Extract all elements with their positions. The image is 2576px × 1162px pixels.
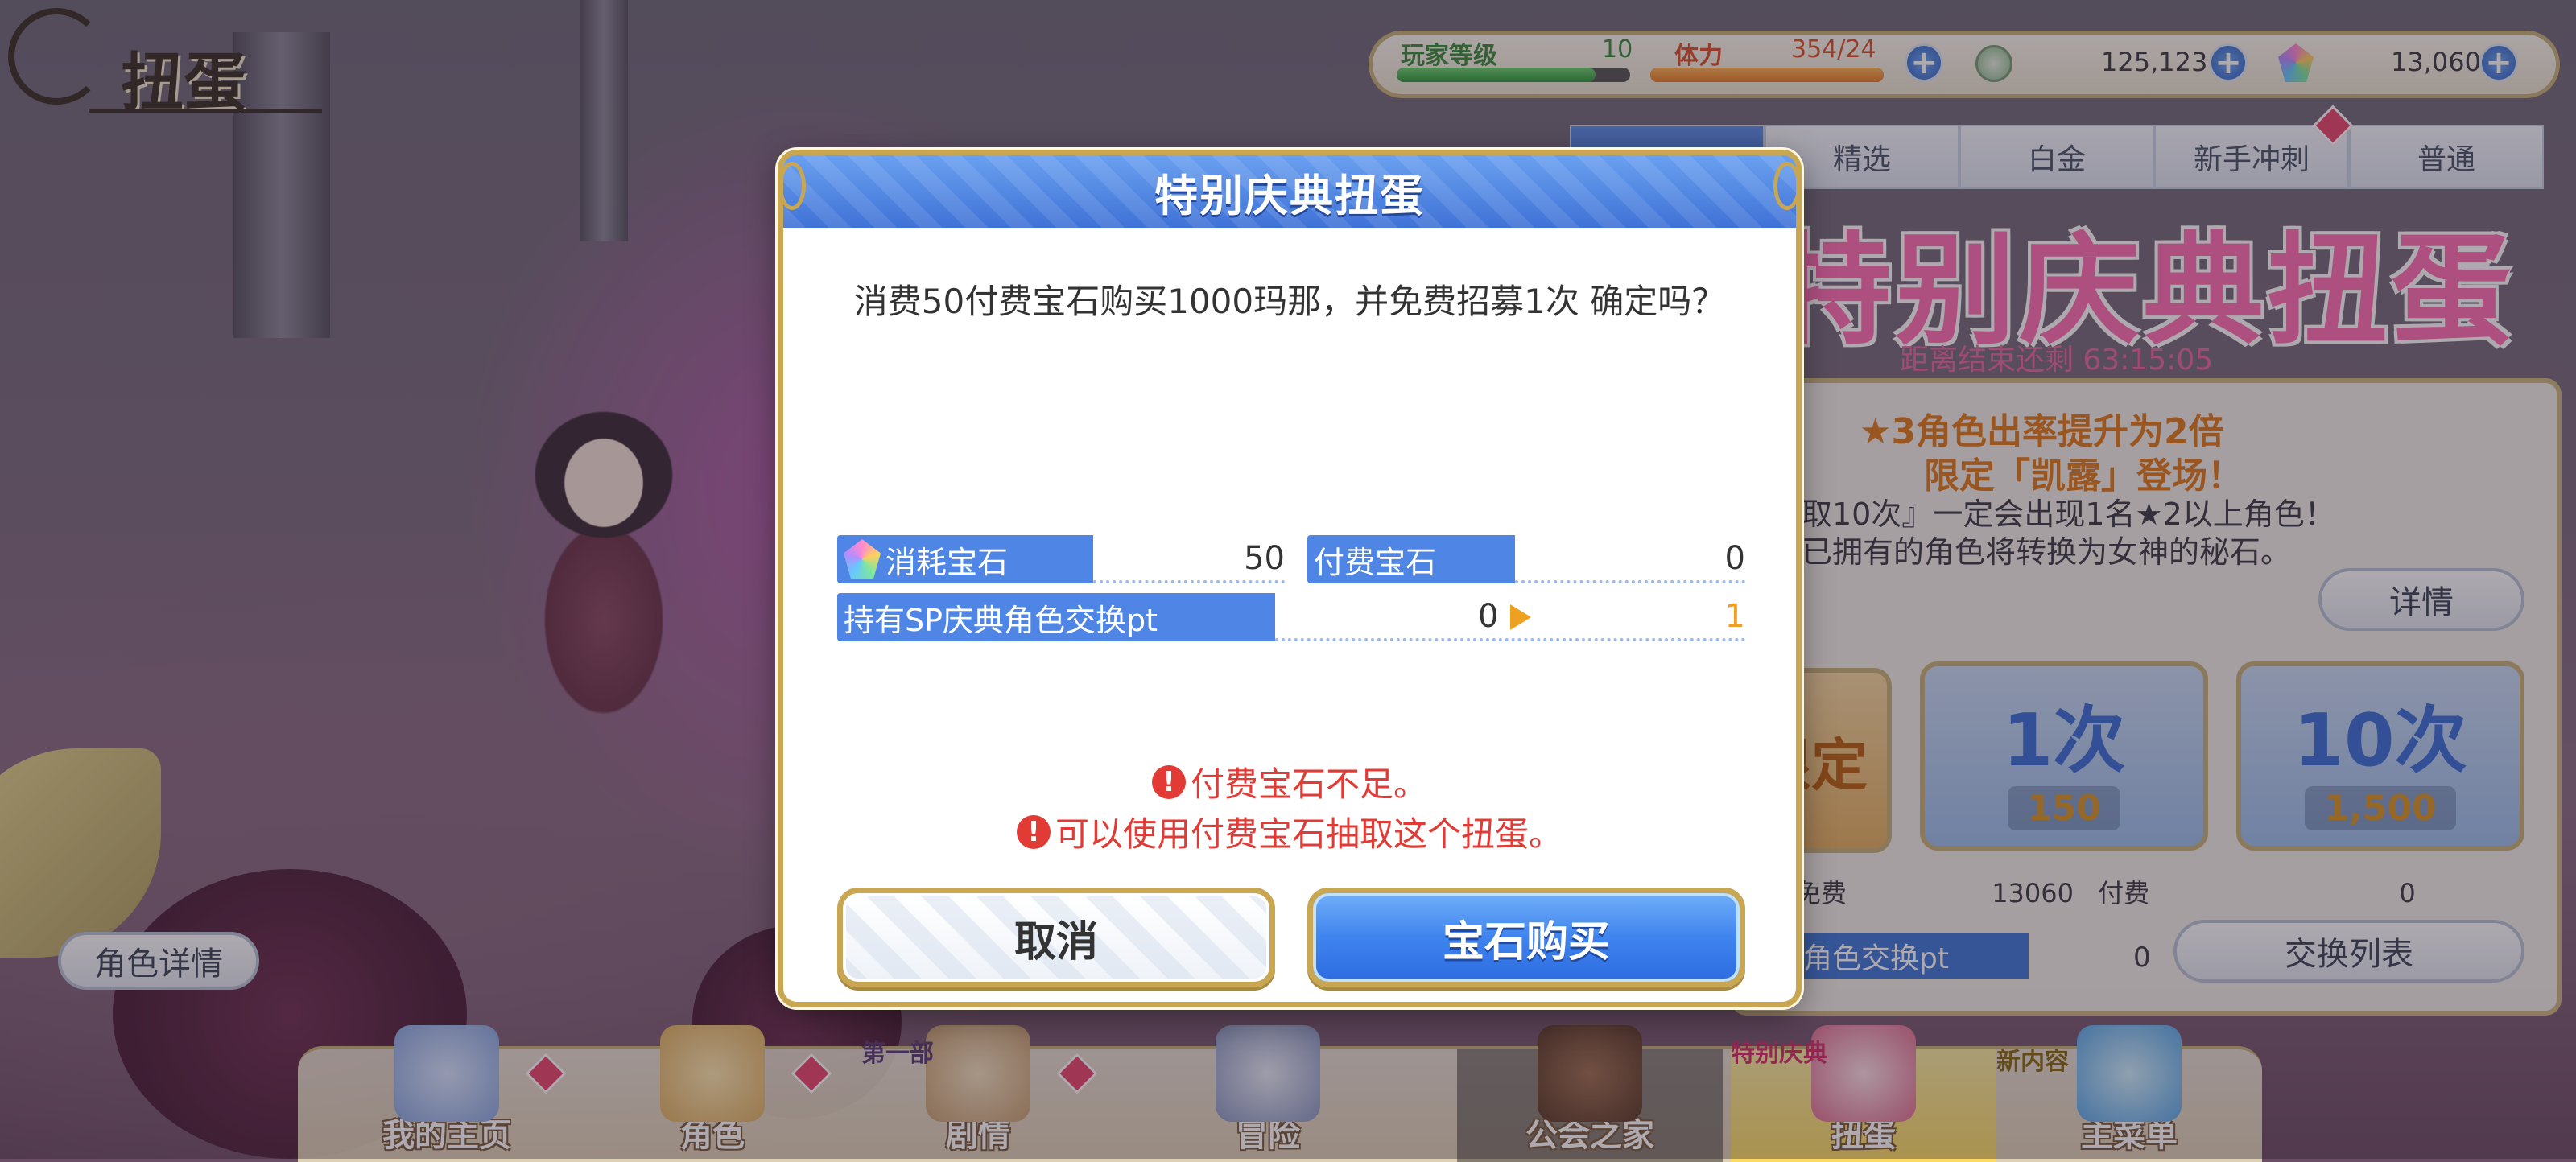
ten-pull-cost: 1,500 bbox=[2305, 786, 2456, 830]
single-pull-cost: 150 bbox=[2008, 786, 2120, 830]
row-divider bbox=[1093, 580, 1285, 583]
dialog-message: 消费50付费宝石购买1000玛那，并免费招募1次 确定吗？ bbox=[853, 282, 1726, 321]
free-gems-label: 免费 bbox=[1795, 878, 1847, 909]
pillar bbox=[580, 0, 628, 241]
consume-gems-label-box: 消耗宝石 bbox=[837, 535, 1093, 583]
cancel-button[interactable]: 取消 bbox=[837, 888, 1275, 987]
warning-icon: ! bbox=[1151, 764, 1186, 799]
add-gems-button[interactable]: + bbox=[2479, 43, 2518, 82]
player-level-fill bbox=[1397, 68, 1596, 82]
swirl-ornament-icon bbox=[8, 8, 105, 105]
bottom-nav: 我的主页 角色 第一部 剧情 冒险 公会之家 特别庆典 扭蛋 新内容 主菜单 bbox=[298, 1025, 2262, 1162]
stamina-label: 体力 bbox=[1674, 42, 1723, 70]
main-menu-tag: 新内容 bbox=[1996, 1048, 2069, 1076]
gacha-screen-title: 扭蛋 bbox=[8, 8, 330, 121]
promo-duplicate-note: 涂已拥有的角色将转换为女神的秘石。 bbox=[1771, 534, 2292, 570]
stamina-fill bbox=[1650, 68, 1884, 82]
gem-icon bbox=[844, 539, 881, 579]
warning-usable-text: 可以使用付费宝石抽取这个扭蛋。 bbox=[1055, 814, 1563, 854]
tab-beginner[interactable]: 新手冲刺 bbox=[2154, 125, 2349, 189]
row-divider bbox=[1275, 638, 1745, 641]
gems-value: 13,060 bbox=[2391, 47, 2481, 77]
scroll-icon bbox=[926, 1025, 1030, 1122]
sp-pt-after: 1 bbox=[1724, 598, 1745, 635]
player-level-value: 10 bbox=[1602, 35, 1633, 64]
sp-pt-label: 持有SP庆典角色交换pt bbox=[844, 602, 1158, 638]
row-divider bbox=[1515, 580, 1745, 583]
sp-pt-row: 持有SP庆典角色交换pt 0 1 bbox=[837, 593, 1745, 641]
consume-gems-value: 50 bbox=[1244, 540, 1285, 577]
single-pull-label: 1次 bbox=[2002, 698, 2126, 783]
single-pull-card[interactable]: 1次 150 bbox=[1920, 661, 2208, 851]
castle-icon bbox=[394, 1025, 499, 1122]
ten-pull-card[interactable]: 10次 1,500 bbox=[2236, 661, 2524, 851]
padlock-door-icon bbox=[1538, 1025, 1642, 1122]
stamina-bar bbox=[1650, 68, 1884, 82]
paid-gems-row: 付费宝石 0 bbox=[1307, 535, 1745, 583]
tab-platinum[interactable]: 白金 bbox=[1959, 125, 2154, 189]
crystal-icon bbox=[2077, 1025, 2182, 1122]
character-icon bbox=[660, 1025, 765, 1122]
nav-gacha[interactable]: 特别庆典 扭蛋 bbox=[1731, 1025, 1996, 1162]
purchase-confirm-dialog: 特别庆典扭蛋 消费50付费宝石购买1000玛那，并免费招募1次 确定吗？ 消耗宝… bbox=[778, 150, 1802, 1007]
exchange-pt-label: 角色交换pt bbox=[1803, 942, 1949, 975]
ornament-corner-icon bbox=[1773, 162, 1801, 210]
exchange-pt-value: 0 bbox=[2133, 942, 2151, 974]
paid-gems-label-box: 付费宝石 bbox=[1307, 535, 1515, 583]
banner-countdown: 距离结束还剩 63:15:05 bbox=[1900, 344, 2214, 377]
warning-insufficient-text: 付费宝石不足。 bbox=[1190, 764, 1427, 804]
warning-icon: ! bbox=[1016, 814, 1051, 849]
arrow-right-icon bbox=[1510, 604, 1531, 630]
ornament-corner-icon bbox=[778, 162, 806, 210]
gem-purchase-button[interactable]: 宝石购买 bbox=[1307, 888, 1745, 987]
add-mana-button[interactable]: + bbox=[2209, 43, 2248, 82]
nav-guild-house[interactable]: 公会之家 bbox=[1457, 1025, 1723, 1162]
character-detail-button[interactable]: 角色详情 bbox=[58, 932, 259, 990]
status-bar bbox=[1368, 31, 2560, 98]
title-underline bbox=[89, 109, 322, 113]
consume-gems-row: 消耗宝石 50 bbox=[837, 535, 1285, 583]
gem-balance-row: 免费 13060 付费 0 bbox=[1795, 873, 2416, 910]
warning-paid-gems-usable: ! 可以使用付费宝石抽取这个扭蛋。 bbox=[783, 807, 1796, 856]
free-gems-value: 13060 bbox=[1992, 878, 2074, 909]
dialog-title: 特别庆典扭蛋 bbox=[1154, 170, 1425, 221]
nav-main-menu[interactable]: 新内容 主菜单 bbox=[1996, 1025, 2262, 1162]
paid-gems-value: 0 bbox=[1724, 540, 1745, 577]
gacha-tag: 特别庆典 bbox=[1731, 1040, 1827, 1068]
character-sprite[interactable] bbox=[483, 378, 724, 716]
ten-pull-label: 10次 bbox=[2293, 698, 2467, 783]
exchange-pt-bar: 角色交换pt bbox=[1795, 933, 2029, 979]
mana-coin-icon bbox=[1975, 45, 2013, 82]
paid-gems-value: 0 bbox=[2399, 878, 2416, 909]
add-stamina-button[interactable]: + bbox=[1905, 43, 1943, 82]
sp-pt-current: 0 bbox=[1478, 598, 1499, 635]
sp-pt-label-box: 持有SP庆典角色交换pt bbox=[837, 593, 1275, 641]
paid-gems-label: 付费宝石 bbox=[1314, 544, 1437, 580]
player-level-label: 玩家等级 bbox=[1401, 42, 1497, 70]
exchange-list-button[interactable]: 交换列表 bbox=[2174, 920, 2524, 983]
mana-value: 125,123 bbox=[2101, 47, 2208, 77]
story-tag: 第一部 bbox=[861, 1040, 934, 1068]
warning-insufficient-gems: ! 付费宝石不足。 bbox=[783, 757, 1796, 806]
player-level-bar bbox=[1397, 68, 1630, 82]
sword-shield-icon bbox=[1216, 1025, 1320, 1122]
consume-gems-label: 消耗宝石 bbox=[886, 544, 1009, 580]
details-button[interactable]: 详情 bbox=[2318, 568, 2524, 631]
nav-adventure[interactable]: 冒险 bbox=[1135, 1025, 1401, 1162]
dialog-header: 特别庆典扭蛋 bbox=[783, 155, 1796, 228]
stamina-value: 354/24 bbox=[1791, 35, 1876, 64]
paid-gems-label: 付费 bbox=[2098, 878, 2150, 909]
tab-normal[interactable]: 普通 bbox=[2349, 125, 2544, 189]
